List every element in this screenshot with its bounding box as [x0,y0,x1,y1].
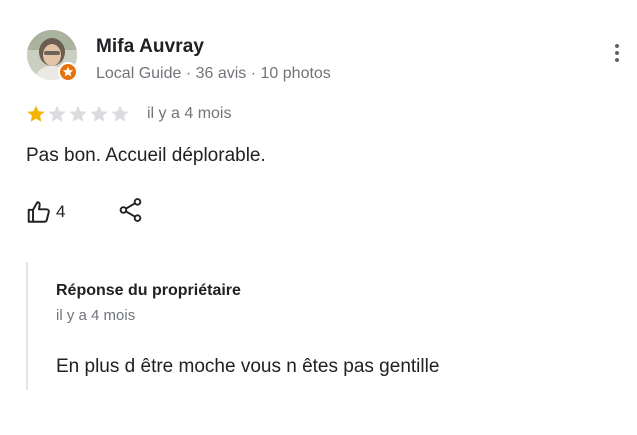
like-count: 4 [56,202,66,221]
share-button[interactable] [118,197,144,223]
owner-response: Réponse du propriétaire il y a 4 mois En… [26,262,588,390]
more-vert-icon[interactable] [605,38,629,68]
owner-response-time: il y a 4 mois [56,307,136,324]
share-icon [119,198,142,222]
thumbs-up-icon [27,201,50,223]
owner-response-label: Réponse du propriétaire [56,282,241,299]
review-time: il y a 4 mois [147,105,232,122]
owner-response-text: En plus d être moche vous n êtes pas gen… [56,356,440,377]
star-empty-icon [90,105,108,122]
author-name[interactable]: Mifa Auvray [96,36,204,58]
star-filled-icon [27,105,45,122]
like-button[interactable]: 4 [26,199,65,225]
star-rating [26,104,130,124]
review-card: Mifa Auvray Local Guide · 36 avis · 10 p… [0,0,637,435]
star-empty-icon [69,105,87,122]
review-text: Pas bon. Accueil déplorable. [26,145,266,166]
star-empty-icon [48,105,66,122]
local-guide-badge-icon [58,62,78,82]
star-empty-icon [111,105,129,122]
author-meta: Local Guide · 36 avis · 10 photos [96,65,331,82]
